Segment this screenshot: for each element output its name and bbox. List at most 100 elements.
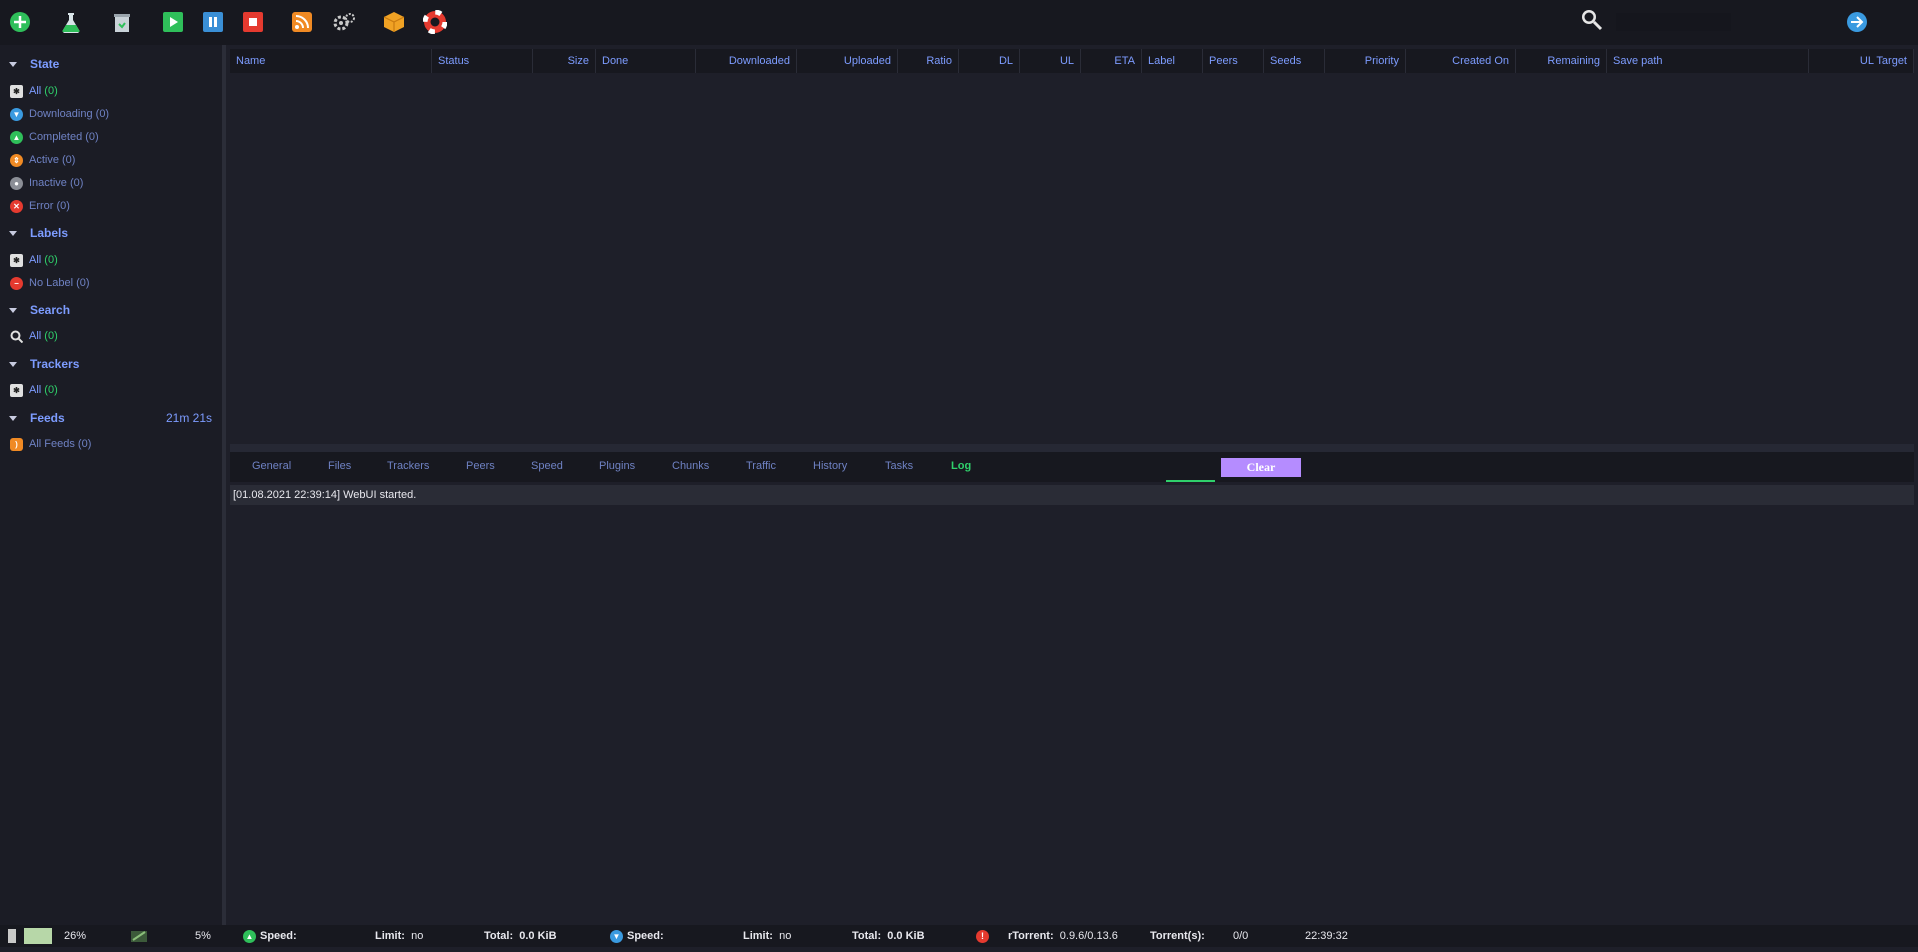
upload-speed-icon: ▲ [243, 930, 256, 943]
labels-item-all[interactable]: ✱ All (0) [10, 251, 58, 269]
panel-splitter[interactable] [230, 444, 1914, 452]
torrent-list[interactable]: Name Status Size Done Downloaded Uploade… [230, 49, 1914, 444]
column-eta[interactable]: ETA [1081, 49, 1142, 73]
column-ul[interactable]: UL [1020, 49, 1081, 73]
settings-icon[interactable] [332, 10, 356, 34]
collapse-triangle-icon[interactable] [9, 415, 17, 421]
column-created-on[interactable]: Created On [1406, 49, 1516, 73]
active-icon: ⇕ [10, 153, 23, 167]
column-status[interactable]: Status [432, 49, 533, 73]
column-peers[interactable]: Peers [1203, 49, 1264, 73]
no-label-icon: − [10, 276, 23, 290]
column-dl[interactable]: DL [959, 49, 1020, 73]
download-limit-label: Limit: [743, 930, 773, 942]
tab-tasks[interactable]: Tasks [885, 460, 913, 472]
collapse-triangle-icon[interactable] [9, 230, 17, 236]
feeds-group-header[interactable]: Feeds 21m 21s [0, 408, 222, 428]
alert-icon[interactable]: ! [976, 930, 989, 943]
add-torrent-icon[interactable] [8, 10, 32, 34]
column-save-path[interactable]: Save path [1607, 49, 1809, 73]
state-item-error[interactable]: ✕ Error (0) [10, 197, 70, 215]
error-icon: ✕ [10, 199, 23, 213]
tab-files[interactable]: Files [328, 460, 351, 472]
tab-chunks[interactable]: Chunks [672, 460, 709, 472]
plugins-icon[interactable] [382, 10, 406, 34]
trackers-group-header[interactable]: Trackers [0, 354, 222, 374]
create-torrent-icon[interactable] [59, 10, 83, 34]
search-icon[interactable] [1580, 8, 1604, 32]
tab-trackers[interactable]: Trackers [387, 460, 429, 472]
upload-limit[interactable]: Limit: no [375, 925, 423, 947]
column-priority[interactable]: Priority [1325, 49, 1406, 73]
tab-speed[interactable]: Speed [531, 460, 563, 472]
tab-log[interactable]: Log [951, 460, 971, 472]
tab-peers[interactable]: Peers [466, 460, 495, 472]
trackers-item-all[interactable]: ✱ All (0) [10, 381, 58, 399]
labels-item-no-label[interactable]: − No Label (0) [10, 274, 90, 292]
state-item-active[interactable]: ⇕ Active (0) [10, 151, 75, 169]
download-speed-icon: ▼ [610, 930, 623, 943]
collapse-triangle-icon[interactable] [9, 307, 17, 313]
tab-traffic[interactable]: Traffic [746, 460, 776, 472]
download-limit[interactable]: Limit: no [743, 925, 791, 947]
toolbar [0, 0, 1918, 45]
column-name[interactable]: Name [230, 49, 432, 73]
feeds-item-all[interactable]: ) All Feeds (0) [10, 435, 91, 453]
feeds-refresh-timer: 21m 21s [165, 411, 212, 425]
torrent-list-header: Name Status Size Done Downloaded Uploade… [230, 49, 1914, 73]
rss-icon[interactable] [290, 10, 314, 34]
column-size[interactable]: Size [533, 49, 596, 73]
rtorrent-label: rTorrent: [1008, 930, 1054, 942]
column-seeds[interactable]: Seeds [1264, 49, 1325, 73]
disk-icon [130, 928, 148, 944]
inactive-icon: ● [10, 176, 23, 190]
column-remaining[interactable]: Remaining [1516, 49, 1607, 73]
state-item-all[interactable]: ✱ All (0) [10, 82, 58, 100]
tab-plugins[interactable]: Plugins [599, 460, 635, 472]
state-item-completed[interactable]: ▲ Completed (0) [10, 128, 99, 146]
column-downloaded[interactable]: Downloaded [696, 49, 797, 73]
labels-group-header[interactable]: Labels [0, 223, 222, 243]
cpu-usage-bar [24, 928, 52, 944]
clear-log-button[interactable]: Clear [1221, 458, 1301, 477]
column-ratio[interactable]: Ratio [898, 49, 959, 73]
all-icon: ✱ [10, 383, 23, 397]
go-arrow-icon[interactable] [1845, 10, 1869, 34]
details-tab-bar: General Files Trackers Peers Speed Plugi… [230, 452, 1914, 482]
tab-history[interactable]: History [813, 460, 847, 472]
column-uploaded[interactable]: Uploaded [797, 49, 898, 73]
all-icon: ✱ [10, 84, 23, 98]
column-label[interactable]: Label [1142, 49, 1203, 73]
labels-group-title: Labels [30, 226, 69, 240]
state-group-title: State [30, 57, 60, 71]
upload-limit-label: Limit: [375, 930, 405, 942]
collapse-triangle-icon[interactable] [9, 361, 17, 367]
state-group-header[interactable]: State [0, 54, 222, 74]
upload-total-label: Total: [484, 930, 514, 942]
upload-total-value: 0.0 KiB [519, 930, 557, 942]
torrents-label: Torrent(s): [1150, 930, 1205, 942]
cpu-usage: 26% [64, 930, 87, 942]
state-item-inactive[interactable]: ● Inactive (0) [10, 174, 83, 192]
search-group-header[interactable]: Search [0, 300, 222, 320]
column-ul-target[interactable]: UL Target [1809, 49, 1914, 73]
help-icon[interactable] [423, 10, 447, 34]
feeds-group-title: Feeds [30, 411, 65, 425]
search-input[interactable] [1616, 13, 1731, 31]
sidebar: State ✱ All (0) ▼ Downloading (0) ▲ Comp… [0, 45, 226, 925]
upload-limit-value: no [411, 930, 424, 942]
remove-icon[interactable] [110, 10, 134, 34]
pause-icon[interactable] [201, 10, 225, 34]
stop-icon[interactable] [241, 10, 265, 34]
log-entry: [01.08.2021 22:39:14] WebUI started. [230, 485, 1914, 505]
status-bar: 26% 5% ▲ Speed: Limit: no Total: 0.0 KiB… [0, 925, 1918, 947]
download-total-value: 0.0 KiB [887, 930, 925, 942]
search-item-all[interactable]: All (0) [10, 327, 58, 345]
start-icon[interactable] [161, 10, 185, 34]
tab-general[interactable]: General [252, 460, 291, 472]
download-speed-label: Speed: [627, 930, 664, 942]
collapse-triangle-icon[interactable] [9, 61, 17, 67]
rss-icon: ) [10, 437, 23, 451]
state-item-downloading[interactable]: ▼ Downloading (0) [10, 105, 109, 123]
column-done[interactable]: Done [596, 49, 696, 73]
